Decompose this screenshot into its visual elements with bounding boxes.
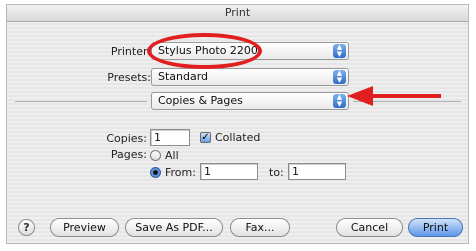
pages-to-field[interactable]: 1 (288, 163, 346, 180)
popup-arrows-icon: ▲ ▼ (333, 44, 346, 58)
section-value: Copies & Pages (158, 94, 243, 107)
save-as-pdf-button[interactable]: Save As PDF... (125, 218, 223, 237)
pages-from-field[interactable]: 1 (200, 163, 258, 180)
collated-label: Collated (215, 131, 261, 144)
pages-all-radio[interactable] (150, 150, 161, 161)
window-title: Print (7, 5, 468, 22)
popup-arrows-icon: ▲ ▼ (333, 70, 346, 84)
section-popup[interactable]: Copies & Pages ▲ ▼ (151, 92, 349, 110)
annotation-arrow-icon (347, 86, 441, 106)
separator-left (15, 101, 147, 102)
fax-button[interactable]: Fax... (230, 218, 290, 237)
help-button[interactable]: ? (18, 219, 35, 236)
presets-label: Presets: (107, 71, 151, 84)
pages-from-label: From: (165, 166, 196, 179)
preview-button[interactable]: Preview (50, 218, 119, 237)
pages-label: Pages: (110, 148, 147, 161)
presets-popup[interactable]: Standard ▲ ▼ (151, 68, 349, 86)
cancel-button[interactable]: Cancel (336, 218, 403, 237)
printer-label: Printer: (110, 45, 151, 58)
pages-to-label: to: (269, 166, 284, 179)
copies-field[interactable]: 1 (150, 129, 190, 146)
annotation-oval (147, 33, 262, 69)
print-button[interactable]: Print (408, 218, 463, 237)
copies-label: Copies: (106, 132, 147, 145)
pages-all-label: All (165, 149, 179, 162)
collated-checkbox[interactable]: ✓ (200, 132, 211, 143)
presets-value: Standard (158, 70, 209, 83)
pages-from-radio[interactable] (150, 167, 161, 178)
